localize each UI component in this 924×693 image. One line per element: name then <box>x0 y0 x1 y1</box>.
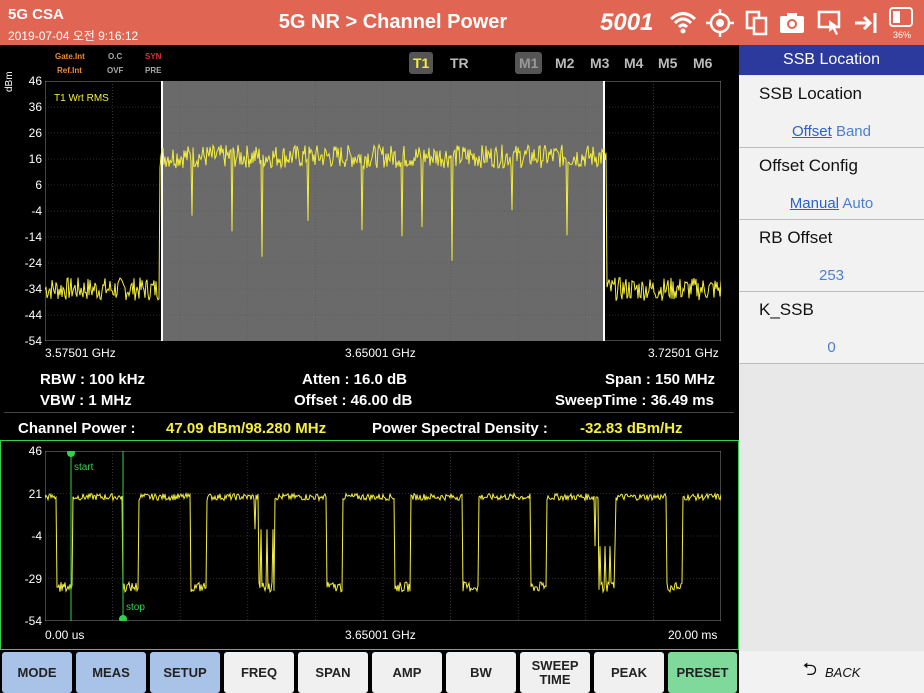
ssb-location-label: SSB Location <box>759 84 863 103</box>
gps-icon[interactable] <box>705 8 735 38</box>
camera-icon[interactable] <box>777 8 807 38</box>
spectrum-plot[interactable] <box>45 81 721 341</box>
time-x-stop-label: 20.00 ms <box>668 628 718 642</box>
span-button[interactable]: SPAN <box>298 652 368 693</box>
time-y-tick-label: 46 <box>28 444 42 458</box>
amp-button[interactable]: AMP <box>372 652 442 693</box>
rb-offset-label: RB Offset <box>759 228 833 247</box>
tab-m6[interactable]: M6 <box>689 52 716 74</box>
meas-button[interactable]: MEAS <box>76 652 146 693</box>
y-tick-label: 46 <box>28 74 42 88</box>
psd-value: -32.83 dBm/Hz <box>580 420 683 437</box>
manual-option[interactable]: Manual <box>790 195 839 212</box>
wifi-icon[interactable] <box>668 8 698 38</box>
tab-m2[interactable]: M2 <box>551 52 578 74</box>
time-y-tick-label: 21 <box>28 486 42 501</box>
ssb-location-item[interactable]: SSB Location Offset Band <box>739 76 924 148</box>
rb-offset-item[interactable]: RB Offset 253 <box>739 220 924 292</box>
bw-button[interactable]: BW <box>446 652 516 693</box>
time-y-tick-label: -29 <box>24 571 42 586</box>
y-tick-label: 6 <box>35 178 42 192</box>
battery-percent: 36% <box>893 30 912 40</box>
k-ssb-label: K_SSB <box>759 300 814 319</box>
start-marker-label: start <box>74 462 94 473</box>
x-center-label: 3.65001 GHz <box>345 346 416 360</box>
back-arrow-icon: ⮌ <box>802 659 817 679</box>
time-y-tick-label: -54 <box>24 614 42 628</box>
auto-option[interactable]: Auto <box>842 195 873 212</box>
time-y-tick-label: -4 <box>31 529 42 543</box>
gate-indicator: Gate.Int <box>55 52 85 61</box>
ref-indicator: Ref.Int <box>57 66 82 75</box>
y-tick-label: 26 <box>28 126 42 140</box>
time-domain-plot[interactable] <box>45 451 721 621</box>
k-ssb-value: 0 <box>827 339 836 356</box>
divider <box>4 412 734 413</box>
stop-marker-label: stop <box>126 602 145 613</box>
back-button[interactable]: ⮌ BACK <box>739 651 924 693</box>
windows-icon[interactable] <box>742 8 772 38</box>
time-x-center-label: 3.65001 GHz <box>345 628 416 642</box>
offset-info: Offset : 46.00 dB <box>294 392 413 409</box>
channel-power-value: 47.09 dBm/98.280 MHz <box>166 420 327 437</box>
top-bar: 5G CSA 2019-07-04 오전 9:16:12 5G NR > Cha… <box>0 0 924 45</box>
y-tick-label: -24 <box>24 256 42 270</box>
x-start-label: 3.57501 GHz <box>45 346 116 360</box>
band-option[interactable]: Band <box>836 123 871 140</box>
tab-m1[interactable]: M1 <box>515 52 543 74</box>
tab-t1[interactable]: T1 <box>409 52 434 74</box>
span-info: Span : 150 MHz <box>605 371 716 388</box>
tab-tr[interactable]: TR <box>446 52 473 74</box>
tab-m5[interactable]: M5 <box>654 52 681 74</box>
y-tick-label: -4 <box>31 204 42 218</box>
freq-button[interactable]: FREQ <box>224 652 294 693</box>
peak-button[interactable]: PEAK <box>594 652 664 693</box>
preset-button[interactable]: PRESET <box>668 652 737 693</box>
y-tick-label: -44 <box>24 308 42 322</box>
side-panel: SSB Location SSB Location Offset Band Of… <box>739 45 924 651</box>
back-label: BACK <box>825 664 861 680</box>
atten-info: Atten : 16.0 dB <box>302 371 408 388</box>
sweeptime-info: SweepTime : 36.49 ms <box>555 392 714 409</box>
tab-m4[interactable]: M4 <box>620 52 647 74</box>
offset-option[interactable]: Offset <box>792 123 832 140</box>
setup-button[interactable]: SETUP <box>150 652 220 693</box>
k-ssb-item[interactable]: K_SSB 0 <box>739 292 924 364</box>
psd-label: Power Spectral Density : <box>372 420 548 437</box>
oc-indicator: O.C <box>108 52 123 61</box>
time-x-start-label: 0.00 us <box>45 628 85 642</box>
mode-button[interactable]: MODE <box>2 652 72 693</box>
tab-m3[interactable]: M3 <box>586 52 613 74</box>
offset-config-label: Offset Config <box>759 156 858 175</box>
import-icon[interactable] <box>852 8 882 38</box>
analyzer-app: 5G CSA 2019-07-04 오전 9:16:12 5G NR > Cha… <box>0 0 924 693</box>
rbw-info: RBW : 100 kHz <box>40 371 146 388</box>
vbw-info: VBW : 1 MHz <box>40 392 132 409</box>
y-tick-label: 16 <box>28 152 42 166</box>
sweep-time-button[interactable]: SWEEP TIME <box>520 652 590 693</box>
pre-indicator: PRE <box>145 66 162 75</box>
rb-offset-value: 253 <box>818 267 845 284</box>
trace-mode-label: T1 Wrt RMS <box>54 93 109 104</box>
battery-icon <box>889 7 913 27</box>
y-tick-label: 36 <box>28 100 42 114</box>
channel-power-label: Channel Power : <box>18 420 136 437</box>
y-tick-label: -14 <box>24 230 42 244</box>
offset-config-item[interactable]: Offset Config Manual Auto <box>739 148 924 220</box>
panel-title: SSB Location <box>739 45 924 75</box>
ovf-indicator: OVF <box>107 66 124 75</box>
x-stop-label: 3.72501 GHz <box>648 346 719 360</box>
y-tick-label: -34 <box>24 282 42 296</box>
y-tick-label: -54 <box>24 334 42 348</box>
counter-value: 5001 <box>600 9 654 36</box>
touch-screen-icon[interactable] <box>815 8 845 38</box>
syn-indicator: SYN <box>145 52 162 61</box>
